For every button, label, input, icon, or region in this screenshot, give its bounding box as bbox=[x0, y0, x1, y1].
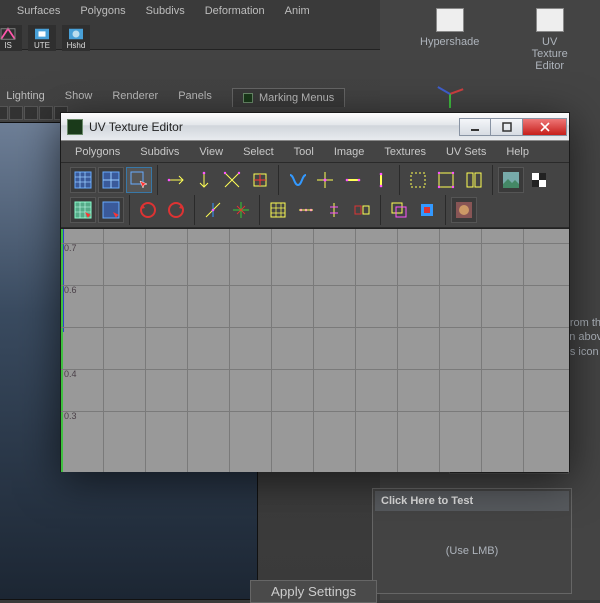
grid-line bbox=[397, 229, 398, 472]
uv-select-tool-icon[interactable] bbox=[126, 167, 152, 193]
align-v-icon[interactable] bbox=[368, 167, 394, 193]
axis-tick-label: 0.6 bbox=[64, 285, 77, 295]
rotate-cw-icon[interactable] bbox=[247, 167, 273, 193]
test-panel: Click Here to Test (Use LMB) bbox=[372, 488, 572, 594]
normalize-icon[interactable] bbox=[228, 197, 254, 223]
grid-line bbox=[61, 411, 569, 412]
axis-tick-label: 0.4 bbox=[64, 369, 77, 379]
grid-line bbox=[523, 229, 524, 472]
menu-select[interactable]: Select bbox=[233, 143, 284, 161]
grid-line bbox=[187, 229, 188, 472]
flip-v-icon[interactable] bbox=[191, 167, 217, 193]
menu-polygons[interactable]: Polygons bbox=[65, 143, 130, 161]
rotate-ccw-icon[interactable] bbox=[219, 167, 245, 193]
grid-line bbox=[439, 229, 440, 472]
main-menu-item[interactable]: Subdivs bbox=[136, 3, 195, 19]
grid-line bbox=[313, 229, 314, 472]
sew-uv-icon[interactable] bbox=[433, 167, 459, 193]
layout-icon[interactable] bbox=[312, 167, 338, 193]
panel-menu-item[interactable]: Renderer bbox=[102, 88, 168, 104]
main-menu-item[interactable]: Deformation bbox=[195, 3, 275, 19]
maximize-button[interactable] bbox=[491, 118, 523, 136]
panel-toolbar bbox=[0, 106, 69, 120]
align-u-icon[interactable] bbox=[340, 167, 366, 193]
display-image-icon[interactable] bbox=[498, 167, 524, 193]
app-icon bbox=[67, 119, 83, 135]
cycle-uv-icon[interactable] bbox=[200, 197, 226, 223]
panel-menu-item[interactable]: Lighting bbox=[0, 88, 55, 104]
grid-line bbox=[61, 327, 569, 328]
menu-textures[interactable]: Textures bbox=[374, 143, 436, 161]
checker-icon[interactable] bbox=[526, 167, 552, 193]
menu-uvsets[interactable]: UV Sets bbox=[436, 143, 496, 161]
menu-tool[interactable]: Tool bbox=[284, 143, 324, 161]
uv-snapshot-icon[interactable] bbox=[70, 167, 96, 193]
copy-uv-icon[interactable] bbox=[386, 197, 412, 223]
uv-toolbar bbox=[61, 163, 569, 228]
uv-menubar: Polygons Subdivs View Select Tool Image … bbox=[61, 141, 569, 163]
uv-grid-toggle-icon[interactable] bbox=[98, 167, 124, 193]
axis-tick-label: 0.3 bbox=[64, 411, 77, 421]
marking-menus-tab[interactable]: Marking Menus bbox=[232, 88, 345, 107]
unfold-icon[interactable] bbox=[284, 167, 310, 193]
panel-toolbar-button[interactable] bbox=[9, 106, 23, 120]
grid-line bbox=[229, 229, 230, 472]
grid-line bbox=[61, 369, 569, 370]
test-panel-header: Click Here to Test bbox=[375, 491, 569, 511]
shelf-item-uv-editor[interactable]: UV Texture Editor bbox=[529, 8, 570, 72]
menu-help[interactable]: Help bbox=[496, 143, 539, 161]
rotate-cw-90-icon[interactable] bbox=[163, 197, 189, 223]
uv-grid-viewport[interactable]: 0.7 0.6 0.4 0.3 bbox=[61, 228, 569, 472]
axis-gizmo-icon bbox=[435, 78, 465, 108]
grid-line bbox=[145, 229, 146, 472]
flip-u-icon[interactable] bbox=[163, 167, 189, 193]
panel-menu-item[interactable]: Show bbox=[55, 88, 103, 104]
shelf-item-hypershade[interactable]: Hypershade bbox=[420, 8, 479, 72]
lattice-tool-icon[interactable] bbox=[70, 197, 96, 223]
panel-menubar: ng Lighting Show Renderer Panels bbox=[0, 88, 222, 104]
grid-line bbox=[103, 229, 104, 472]
relax-icon[interactable] bbox=[321, 197, 347, 223]
menu-view[interactable]: View bbox=[189, 143, 233, 161]
uv-editor-icon bbox=[536, 8, 564, 32]
main-menu-item[interactable]: urves bbox=[0, 3, 7, 19]
hypershade-icon bbox=[436, 8, 464, 32]
shelf-button[interactable]: IS bbox=[0, 25, 22, 51]
shelf: P IS UTE Hshd bbox=[0, 21, 96, 55]
move-sew-icon[interactable] bbox=[461, 167, 487, 193]
main-menu-item[interactable]: Surfaces bbox=[7, 3, 70, 19]
panel-toolbar-button[interactable] bbox=[24, 106, 38, 120]
panel-toolbar-button[interactable] bbox=[0, 106, 8, 120]
cut-uv-icon[interactable] bbox=[405, 167, 431, 193]
paste-uv-icon[interactable] bbox=[414, 197, 440, 223]
axis-tick-label: 0.7 bbox=[64, 243, 77, 253]
tab-icon bbox=[243, 93, 253, 103]
menu-subdivs[interactable]: Subdivs bbox=[130, 143, 189, 161]
unfold-selected-icon[interactable] bbox=[349, 197, 375, 223]
shelf-button[interactable]: UTE bbox=[28, 25, 56, 51]
panel-toolbar-button[interactable] bbox=[39, 106, 53, 120]
test-panel-body[interactable]: (Use LMB) bbox=[375, 511, 569, 591]
panel-menu-item[interactable]: Panels bbox=[168, 88, 222, 104]
shelf-button[interactable]: Hshd bbox=[62, 25, 90, 51]
bake-icon[interactable] bbox=[451, 197, 477, 223]
minimize-button[interactable] bbox=[459, 118, 491, 136]
close-button[interactable] bbox=[523, 118, 567, 136]
distribute-icon[interactable] bbox=[293, 197, 319, 223]
window-title: UV Texture Editor bbox=[89, 120, 453, 134]
uv-texture-editor-window: UV Texture Editor Polygons Subdivs View … bbox=[60, 112, 570, 472]
grid-line bbox=[61, 243, 569, 244]
rotate-ccw-90-icon[interactable] bbox=[135, 197, 161, 223]
grid-uv-icon[interactable] bbox=[265, 197, 291, 223]
grid-line bbox=[355, 229, 356, 472]
grid-line bbox=[481, 229, 482, 472]
grid-line bbox=[271, 229, 272, 472]
menu-image[interactable]: Image bbox=[324, 143, 375, 161]
titlebar[interactable]: UV Texture Editor bbox=[61, 113, 569, 141]
main-menu-item[interactable]: Polygons bbox=[70, 3, 135, 19]
grid-line bbox=[61, 285, 569, 286]
smudge-tool-icon[interactable] bbox=[98, 197, 124, 223]
main-menu-item[interactable]: Anim bbox=[275, 3, 320, 19]
